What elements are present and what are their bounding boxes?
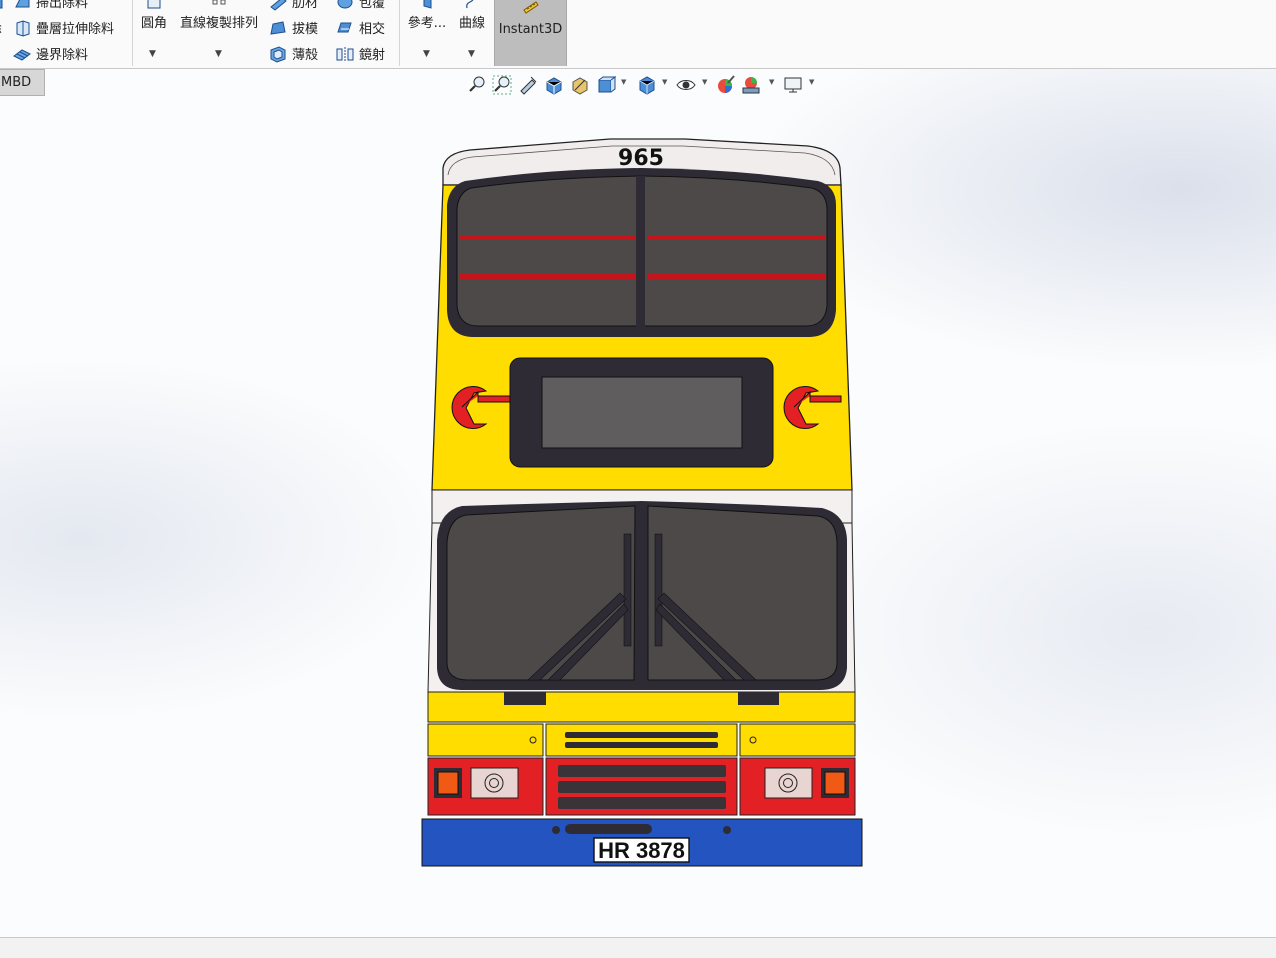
front-panel-right (739, 723, 856, 757)
window-stripe (459, 274, 635, 279)
indicator-lamp-right (824, 771, 846, 795)
bumper-bolt (723, 826, 731, 834)
indicator-lamp-left (437, 771, 459, 795)
license-plate-text: HR 3878 (598, 838, 685, 863)
headlight-cover-right (738, 692, 779, 705)
upper-windscreen-divider (636, 176, 645, 328)
window-stripe (647, 274, 825, 279)
lower-windscreen-glass-right (647, 505, 838, 681)
vent-slot (565, 732, 718, 738)
bus-model[interactable]: HR 3878 965 (0, 0, 1276, 957)
wiper-arm-left (623, 533, 632, 647)
headlight-cover-left (504, 692, 546, 705)
destination-display-screen (541, 376, 743, 449)
headlamp-left (470, 767, 519, 799)
grille-slot (558, 765, 726, 777)
front-panel-left (427, 723, 544, 757)
window-stripe (647, 235, 825, 240)
grille-slot (558, 797, 726, 809)
bumper-bolt (552, 826, 560, 834)
grille-slot (558, 781, 726, 793)
window-stripe (459, 235, 635, 240)
front-panel-center (545, 723, 738, 757)
route-number: 965 (618, 146, 664, 171)
status-bar (0, 937, 1276, 958)
wiper-arm-right (654, 533, 663, 647)
tow-slot (565, 824, 652, 834)
front-panel-upper (427, 691, 856, 723)
lower-windscreen-glass-left (446, 505, 636, 681)
vent-slot (565, 742, 718, 748)
headlamp-right (764, 767, 813, 799)
